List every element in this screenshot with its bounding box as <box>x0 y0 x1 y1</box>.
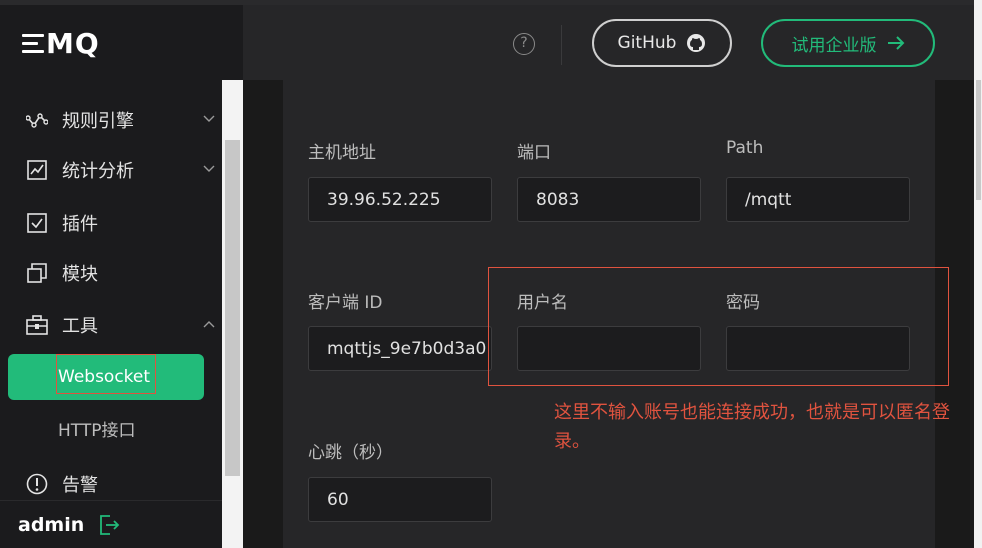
sidebar-item-label: 插件 <box>62 214 98 235</box>
help-icon[interactable]: ? <box>513 33 535 55</box>
chart-icon <box>26 159 48 181</box>
rule-engine-icon <box>26 109 48 131</box>
sidebar-header: MQ <box>0 0 243 80</box>
sidebar-item-modules[interactable]: 模块 <box>0 249 222 297</box>
logo-e-icon <box>22 34 44 54</box>
sidebar-item-statistics[interactable]: 统计分析 <box>0 146 222 194</box>
path-label: Path <box>726 138 764 158</box>
port-input[interactable]: 8083 <box>517 177 701 222</box>
top-header: ? GitHub 试用企业版 <box>243 0 982 80</box>
try-enterprise-button[interactable]: 试用企业版 <box>761 19 935 67</box>
try-enterprise-label: 试用企业版 <box>791 35 877 56</box>
sidebar-item-rule-engine[interactable]: 规则引擎 <box>0 96 222 144</box>
path-input[interactable]: /mqtt <box>726 177 910 222</box>
module-icon <box>26 262 48 284</box>
user-name: admin <box>18 513 85 536</box>
page-scrollbar-thumb[interactable] <box>976 80 981 200</box>
github-button-label: GitHub <box>617 33 677 53</box>
port-label: 端口 <box>517 143 551 163</box>
sidebar-item-label: 工具 <box>62 316 98 337</box>
sidebar-subitem-label: HTTP接口 <box>58 420 136 441</box>
annotation-box <box>488 267 949 386</box>
chevron-down-icon <box>203 165 215 172</box>
github-button[interactable]: GitHub <box>592 19 732 67</box>
alarm-icon <box>26 473 48 495</box>
sidebar-item-plugins[interactable]: 插件 <box>0 199 222 247</box>
sidebar-item-label: 告警 <box>62 475 98 496</box>
arrow-right-icon <box>887 36 904 50</box>
header-divider <box>561 25 562 65</box>
sidebar-subitem-http-api[interactable]: HTTP接口 <box>8 405 204 451</box>
user-bar: admin <box>0 500 222 548</box>
sidebar-item-label: 模块 <box>62 264 98 285</box>
keepalive-input[interactable]: 60 <box>308 477 492 522</box>
sidebar-item-tools[interactable]: 工具 <box>0 301 222 349</box>
logout-icon[interactable] <box>98 514 120 536</box>
sidebar-item-label: 规则引擎 <box>62 111 134 132</box>
host-input[interactable]: 39.96.52.225 <box>308 177 492 222</box>
keepalive-label: 心跳（秒） <box>308 443 393 463</box>
sidebar-scrollbar-thumb[interactable] <box>225 140 240 476</box>
plugin-icon <box>26 212 48 234</box>
annotation-highlight-box <box>56 354 156 394</box>
emq-logo[interactable]: MQ <box>22 27 100 60</box>
chevron-up-icon <box>203 321 215 328</box>
client-id-input[interactable]: mqttjs_9e7b0d3a0 <box>308 326 492 371</box>
client-id-label: 客户端 ID <box>308 293 383 313</box>
chevron-down-icon <box>203 115 215 122</box>
sidebar-subitem-websocket[interactable]: Websocket <box>8 354 204 400</box>
annotation-note: 这里不输入账号也能连接成功，也就是可以匿名登录。 <box>554 402 950 452</box>
github-icon <box>687 34 706 52</box>
toolbox-icon <box>26 314 48 336</box>
sidebar-item-label: 统计分析 <box>62 161 134 182</box>
host-label: 主机地址 <box>308 143 376 163</box>
